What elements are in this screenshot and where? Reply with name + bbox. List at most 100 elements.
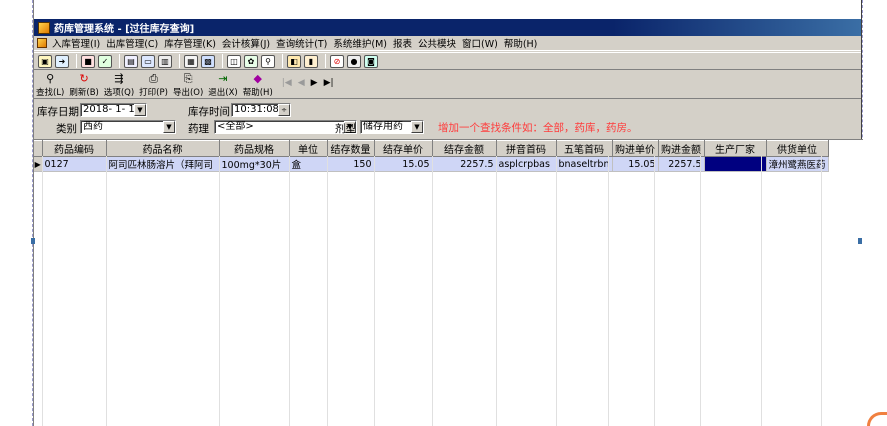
magnifier-icon[interactable]: ⚲ bbox=[261, 54, 275, 68]
table-cell[interactable]: 盒 bbox=[289, 156, 328, 172]
menu-item-accounting[interactable]: 会计核算(J) bbox=[219, 36, 273, 50]
toolbar-separator bbox=[76, 54, 77, 68]
resize-handle-left[interactable] bbox=[31, 238, 35, 244]
date-label: 库存日期 bbox=[37, 106, 79, 118]
book-icon[interactable]: ■ bbox=[81, 54, 95, 68]
last-record-icon[interactable]: ▶| bbox=[324, 78, 334, 88]
menu-item-inbound[interactable]: 入库管理(I) bbox=[49, 36, 103, 50]
table-cell[interactable]: 15.05 bbox=[374, 156, 433, 172]
pill-icon[interactable]: ✿ bbox=[244, 54, 258, 68]
column-header[interactable]: 五笔首码 bbox=[556, 140, 613, 157]
category-select[interactable]: 西药 ▼ bbox=[80, 120, 176, 134]
help-button[interactable]: ◆ 帮助(H) bbox=[243, 73, 273, 99]
table-cell[interactable]: 阿司匹林肠溶片（拜阿司 bbox=[106, 156, 220, 172]
disc-icon[interactable]: ● bbox=[347, 54, 361, 68]
print-button[interactable]: ⎙ 打印(P) bbox=[139, 73, 168, 99]
dosage-label: 剂型 bbox=[335, 123, 356, 135]
menu-item-query[interactable]: 查询统计(T) bbox=[273, 36, 330, 50]
time-picker[interactable]: 10:31:08 ÷ bbox=[231, 103, 291, 117]
menu-item-inventory[interactable]: 库存管理(K) bbox=[161, 36, 219, 50]
dosage-select[interactable]: 储存用药 ▼ bbox=[360, 120, 424, 134]
table-cell[interactable]: 2257.5 bbox=[432, 156, 497, 172]
column-header[interactable]: 供货单位 bbox=[766, 140, 829, 157]
search-hint: 增加一个查找条件如：全部，药库，药房。 bbox=[438, 122, 638, 134]
table-cell[interactable]: 漳州鹭燕医药 bbox=[766, 156, 829, 172]
report-icon[interactable]: ▥ bbox=[158, 54, 172, 68]
menu-item-reports[interactable]: 报表 bbox=[390, 36, 415, 50]
stop-icon[interactable]: ⊘ bbox=[330, 54, 344, 68]
exit-button[interactable]: ⇥ 退出(X) bbox=[208, 72, 238, 99]
exit-button-label: 退出(X) bbox=[208, 88, 238, 98]
chevron-down-icon[interactable]: ▼ bbox=[134, 104, 146, 116]
print-button-label: 打印(P) bbox=[139, 88, 168, 98]
table-cell[interactable]: 15.05 bbox=[612, 156, 659, 172]
time-value: 10:31:08 bbox=[234, 104, 279, 115]
main-toolbar: ▣ ➜ ■ ✓ ▤ ▭ ▥ ▦ ▩ ◫ ✿ ⚲ ◧ ▮ ⊘ ● ◙ bbox=[34, 52, 861, 70]
menu-item-outbound[interactable]: 出库管理(C) bbox=[103, 36, 161, 50]
toolbar-separator bbox=[119, 54, 120, 68]
menu-item-window[interactable]: 窗口(W) bbox=[459, 36, 501, 50]
column-header[interactable]: 购进金额 bbox=[658, 140, 705, 157]
options-button[interactable]: ⇶ 选项(Q) bbox=[104, 72, 134, 99]
refresh-button[interactable]: ↻ 刷新(B) bbox=[69, 72, 98, 99]
refresh-icon: ↻ bbox=[79, 72, 89, 85]
chart-icon[interactable]: ◫ bbox=[227, 54, 241, 68]
column-header[interactable]: 药品规格 bbox=[219, 140, 290, 157]
title-bar[interactable]: 药库管理系统 - [过往库存查询] bbox=[34, 19, 861, 36]
row-indicator-header bbox=[34, 140, 43, 157]
table-cell[interactable]: 0127 bbox=[42, 156, 107, 172]
exit-icon: ⇥ bbox=[218, 72, 228, 85]
column-header[interactable]: 购进单价 bbox=[612, 140, 659, 157]
toolbar-separator bbox=[179, 54, 180, 68]
column-header[interactable]: 拼音首码 bbox=[496, 140, 557, 157]
menu-item-help[interactable]: 帮助(H) bbox=[501, 36, 541, 50]
first-record-icon[interactable]: |◀ bbox=[282, 78, 292, 88]
menu-bar: 入库管理(I) 出库管理(C) 库存管理(K) 会计核算(J) 查询统计(T) … bbox=[34, 36, 861, 51]
document-icon[interactable]: ▤ bbox=[124, 54, 138, 68]
table-cell-selected[interactable]: 拜耳医药保健 bbox=[704, 156, 767, 172]
check-icon[interactable]: ✓ bbox=[98, 54, 112, 68]
new-doc-icon[interactable]: ▣ bbox=[38, 54, 52, 68]
next-record-icon[interactable]: ▶ bbox=[311, 78, 318, 88]
table-cell[interactable]: 2257.5 bbox=[658, 156, 705, 172]
table-cell[interactable]: 150 bbox=[327, 156, 375, 172]
column-header[interactable]: 结存数量 bbox=[327, 140, 375, 157]
category-value: 西药 bbox=[83, 121, 103, 132]
table-cell[interactable]: 100mg*30片 bbox=[219, 156, 290, 172]
export-icon: ⎘ bbox=[183, 72, 193, 85]
pharmacology-value: <全部> bbox=[217, 121, 254, 132]
column-header[interactable]: 结存金额 bbox=[432, 140, 497, 157]
menu-item-common[interactable]: 公共模块 bbox=[415, 36, 459, 50]
mdi-child-icon[interactable] bbox=[37, 38, 47, 48]
card-icon[interactable]: ▭ bbox=[141, 54, 155, 68]
find-button[interactable]: ⚲ 查找(L) bbox=[36, 73, 64, 99]
column-header[interactable]: 药品编码 bbox=[42, 140, 107, 157]
calculator-icon[interactable]: ▦ bbox=[184, 54, 198, 68]
column-header[interactable]: 结存单价 bbox=[374, 140, 433, 157]
date-picker[interactable]: 2018- 1- 1 ▼ bbox=[80, 103, 147, 117]
column-header[interactable]: 单位 bbox=[289, 140, 328, 157]
spinner-icon[interactable]: ÷ bbox=[278, 104, 290, 116]
menu-item-maintenance[interactable]: 系统维护(M) bbox=[330, 36, 390, 50]
chevron-down-icon[interactable]: ▼ bbox=[411, 121, 423, 133]
prev-record-icon[interactable]: ◀ bbox=[298, 78, 305, 88]
category-label: 类别 bbox=[56, 123, 77, 135]
grid-icon[interactable]: ▩ bbox=[201, 54, 215, 68]
time-label: 库存时间 bbox=[188, 106, 230, 118]
table-header-row: 药品编码 药品名称 药品规格 单位 结存数量 结存单价 结存金额 拼音首码 五笔… bbox=[34, 140, 829, 157]
row-pointer-icon: ▶ bbox=[34, 156, 43, 172]
export-button[interactable]: ⎘ 导出(O) bbox=[173, 72, 203, 99]
window-icon[interactable]: ◙ bbox=[364, 54, 378, 68]
record-navigator: |◀ ◀ ▶ ▶| bbox=[282, 78, 334, 98]
open-icon[interactable]: ➜ bbox=[55, 54, 69, 68]
options-icon: ⇶ bbox=[114, 72, 124, 85]
inventory-grid[interactable]: 药品编码 药品名称 药品规格 单位 结存数量 结存单价 结存金额 拼音首码 五笔… bbox=[34, 139, 863, 426]
table-cell[interactable]: asplcrpbas bbox=[496, 156, 557, 172]
column-header[interactable]: 药品名称 bbox=[106, 140, 220, 157]
table-cell[interactable]: bnaseltrbn bbox=[556, 156, 613, 172]
column-header[interactable]: 生产厂家 bbox=[704, 140, 767, 157]
chevron-down-icon[interactable]: ▼ bbox=[163, 121, 175, 133]
resize-handle-right[interactable] bbox=[858, 238, 862, 244]
bottle-icon[interactable]: ▮ bbox=[304, 54, 318, 68]
folder-icon[interactable]: ◧ bbox=[287, 54, 301, 68]
